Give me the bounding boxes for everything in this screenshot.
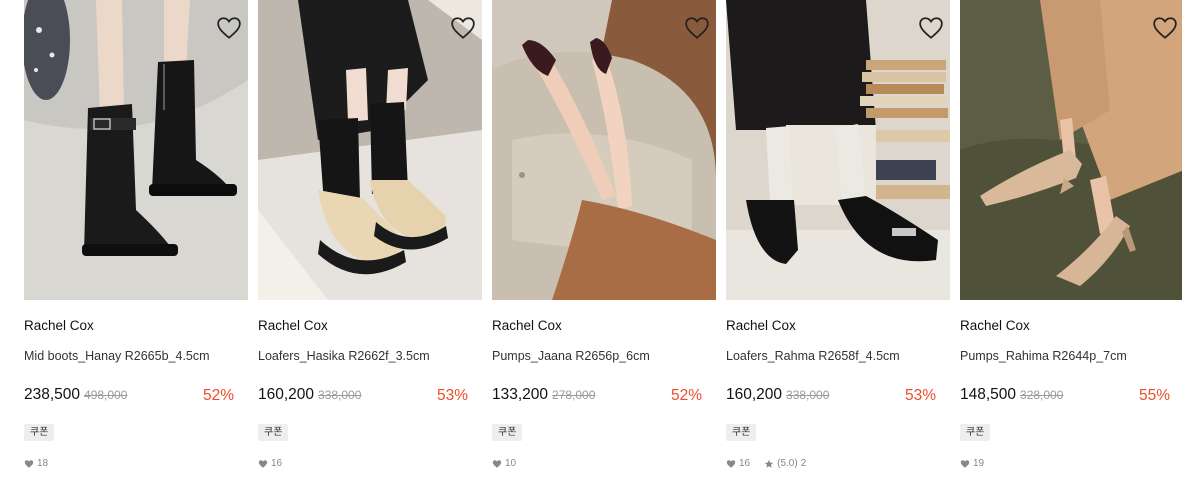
coupon-badge: 쿠폰 bbox=[726, 424, 757, 441]
product-name[interactable]: Mid boots_Hanay R2665b_4.5cm bbox=[24, 349, 210, 363]
product-meta: 19 bbox=[960, 458, 984, 469]
like-count: 19 bbox=[973, 458, 985, 469]
original-price: 338,000 bbox=[786, 388, 830, 402]
like-count: 18 bbox=[37, 458, 49, 469]
price-row: 148,500 328,000 55% bbox=[960, 386, 1182, 408]
product-card[interactable]: Rachel Cox Pumps_Jaana R2656p_6cm 133,20… bbox=[492, 0, 716, 479]
discount-rate: 52% bbox=[670, 387, 702, 404]
original-price: 338,000 bbox=[318, 388, 362, 402]
coupon-badge: 쿠폰 bbox=[258, 424, 289, 441]
product-meta: 16 bbox=[258, 458, 282, 469]
product-image[interactable] bbox=[24, 0, 248, 300]
product-name[interactable]: Loafers_Rahma R2658f_4.5cm bbox=[726, 349, 900, 363]
coupon-badge: 쿠폰 bbox=[960, 424, 991, 441]
price-row: 238,500 498,000 52% bbox=[24, 386, 248, 408]
like-count: 10 bbox=[505, 458, 517, 469]
product-meta: 10 bbox=[492, 458, 516, 469]
sale-price: 160,200 bbox=[726, 386, 783, 403]
coupon-badge: 쿠폰 bbox=[492, 424, 523, 441]
like-heart-icon bbox=[960, 459, 970, 468]
product-brand[interactable]: Rachel Cox bbox=[492, 318, 562, 333]
product-meta: 18 bbox=[24, 458, 48, 469]
like-count: 16 bbox=[271, 458, 283, 469]
product-photo-boots bbox=[24, 0, 248, 300]
like-count: 16 bbox=[739, 458, 751, 469]
product-brand[interactable]: Rachel Cox bbox=[726, 318, 796, 333]
wishlist-heart-icon[interactable] bbox=[1152, 16, 1178, 40]
product-grid: Rachel Cox Mid boots_Hanay R2665b_4.5cm … bbox=[24, 0, 1182, 479]
price-row: 133,200 278,000 52% bbox=[492, 386, 716, 408]
sale-price: 133,200 bbox=[492, 386, 549, 403]
product-photo-pumps bbox=[492, 0, 716, 300]
discount-rate: 53% bbox=[904, 387, 936, 404]
rating-score: (5.0) bbox=[777, 458, 798, 469]
product-image[interactable] bbox=[258, 0, 482, 300]
sale-price: 148,500 bbox=[960, 386, 1017, 403]
like-heart-icon bbox=[258, 459, 268, 468]
wishlist-heart-icon[interactable] bbox=[450, 16, 476, 40]
review-count: 2 bbox=[800, 458, 807, 469]
product-name[interactable]: Loafers_Hasika R2662f_3.5cm bbox=[258, 349, 430, 363]
product-brand[interactable]: Rachel Cox bbox=[24, 318, 94, 333]
discount-rate: 55% bbox=[1138, 387, 1170, 404]
product-name[interactable]: Pumps_Rahima R2644p_7cm bbox=[960, 349, 1127, 363]
sale-price: 238,500 bbox=[24, 386, 81, 403]
product-image[interactable] bbox=[726, 0, 950, 300]
product-photo-nude-pumps bbox=[960, 0, 1182, 300]
product-name[interactable]: Pumps_Jaana R2656p_6cm bbox=[492, 349, 650, 363]
product-brand[interactable]: Rachel Cox bbox=[258, 318, 328, 333]
product-card[interactable]: Rachel Cox Mid boots_Hanay R2665b_4.5cm … bbox=[24, 0, 248, 479]
sale-price: 160,200 bbox=[258, 386, 315, 403]
original-price: 278,000 bbox=[552, 388, 596, 402]
discount-rate: 53% bbox=[436, 387, 468, 404]
product-image[interactable] bbox=[492, 0, 716, 300]
product-photo-loafers-books bbox=[726, 0, 950, 300]
star-icon bbox=[764, 459, 774, 468]
wishlist-heart-icon[interactable] bbox=[684, 16, 710, 40]
product-card[interactable]: Rachel Cox Loafers_Hasika R2662f_3.5cm 1… bbox=[258, 0, 482, 479]
coupon-badge: 쿠폰 bbox=[24, 424, 55, 441]
wishlist-heart-icon[interactable] bbox=[216, 16, 242, 40]
discount-rate: 52% bbox=[202, 387, 234, 404]
product-card[interactable]: Rachel Cox Loafers_Rahma R2658f_4.5cm 16… bbox=[726, 0, 950, 479]
product-card[interactable]: Rachel Cox Pumps_Rahima R2644p_7cm 148,5… bbox=[960, 0, 1182, 479]
price-row: 160,200 338,000 53% bbox=[726, 386, 950, 408]
product-meta: 16 (5.0) 2 bbox=[726, 458, 806, 469]
price-row: 160,200 338,000 53% bbox=[258, 386, 482, 408]
original-price: 498,000 bbox=[84, 388, 128, 402]
product-photo-loafers bbox=[258, 0, 482, 300]
product-brand[interactable]: Rachel Cox bbox=[960, 318, 1030, 333]
like-heart-icon bbox=[24, 459, 34, 468]
like-heart-icon bbox=[726, 459, 736, 468]
like-heart-icon bbox=[492, 459, 502, 468]
product-image[interactable] bbox=[960, 0, 1182, 300]
wishlist-heart-icon[interactable] bbox=[918, 16, 944, 40]
original-price: 328,000 bbox=[1020, 388, 1064, 402]
